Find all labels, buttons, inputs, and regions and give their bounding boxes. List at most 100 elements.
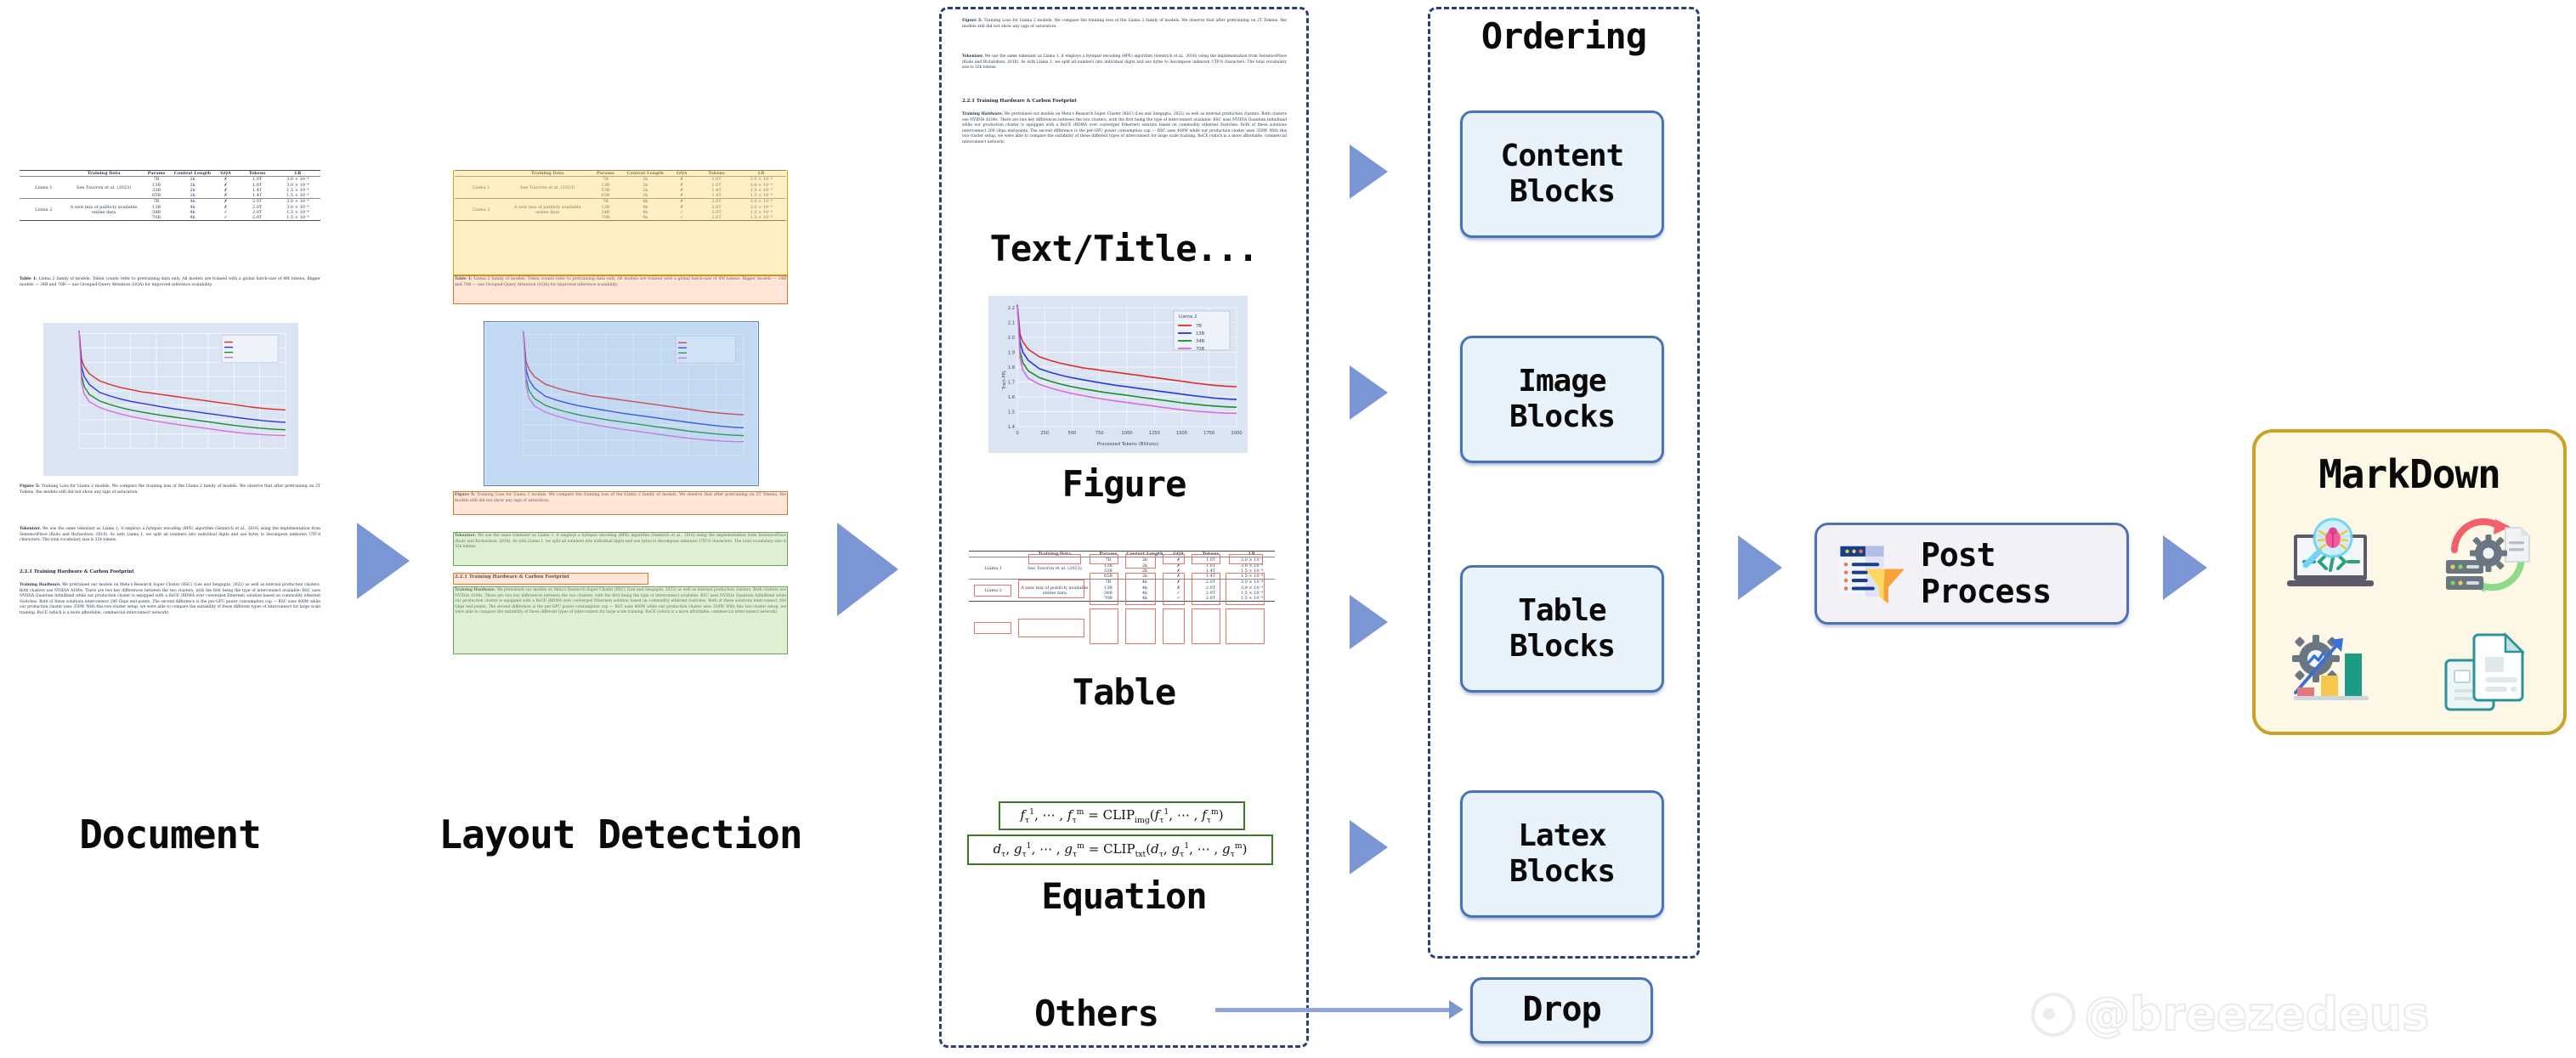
cell-tokens: 2.0T	[252, 215, 263, 220]
svg-text:1.9: 1.9	[1008, 351, 1015, 356]
detect-box-table-caption	[453, 275, 788, 304]
hardware-text: We pretrained our models on Meta's Resea…	[962, 112, 1287, 145]
cell-detect-box	[1226, 608, 1265, 644]
cell-detect-box	[1125, 554, 1156, 569]
equation-1-text: fτ1, ⋯ , fτm = CLIPimg(fτ1, ⋯ , fτm)	[1020, 806, 1224, 825]
markdown-title: MarkDown	[2318, 451, 2501, 497]
svg-text:500: 500	[1068, 431, 1077, 436]
server-sync-document-icon	[2445, 518, 2530, 592]
tokenizer-label: Tokenizer.	[20, 527, 42, 531]
cell-detect-box	[1090, 554, 1118, 564]
svg-text:34B: 34B	[1196, 339, 1205, 344]
cell-detect-box	[1018, 619, 1084, 637]
svg-text:1.8: 1.8	[1008, 365, 1015, 371]
doc-section-heading: 2.2.1 Training Hardware & Carbon Footpri…	[20, 569, 134, 574]
detect-box-heading	[453, 573, 648, 585]
tokenizer-text: We use the same tokenizer as Llama 1; it…	[962, 54, 1287, 71]
doc-table-region: Training Data Params Context Length GQA …	[20, 170, 320, 272]
stage-label-layout-detection: Layout Detection	[439, 812, 802, 857]
block-line-1: Table	[1518, 592, 1606, 628]
block-drop-label: Drop	[1522, 990, 1601, 1030]
cell-gqa: ✗	[224, 177, 228, 183]
hardware-label: Training Hardware.	[962, 112, 1004, 116]
cell-gqa: ✗	[224, 193, 228, 198]
cell-lr: 1.5 × 10⁻⁴	[286, 193, 309, 198]
arrow-post-process-to-markdown	[2163, 535, 2207, 600]
svg-text:70B: 70B	[1196, 347, 1205, 352]
detect-box-figure	[484, 321, 759, 486]
chart-ylabel-text: Train PPL	[1002, 371, 1007, 391]
block-table-blocks[interactable]: Table Blocks	[1460, 565, 1664, 693]
region-label-text-title: Text/Title...	[989, 228, 1260, 269]
block-image-blocks-label: Image Blocks	[1509, 364, 1616, 436]
detect-box-figure-caption	[453, 491, 788, 515]
post-process-card[interactable]: Post Process	[1815, 523, 2129, 625]
paper-table: Training Data Params Context Length GQA …	[20, 170, 320, 221]
arrow-table-to-table-blocks	[1350, 595, 1388, 649]
svg-text:750: 750	[1096, 431, 1104, 436]
arrowhead-others-to-drop	[1449, 1000, 1464, 1019]
cell-detect-box	[1163, 554, 1185, 564]
group-data: See Touvron et al. (2023)	[76, 184, 132, 190]
cell-params: 65B	[152, 193, 161, 198]
svg-text:Llama 2: Llama 2	[1179, 314, 1197, 320]
cell-detect-box	[1163, 573, 1185, 605]
watermark-text: @breezedeus	[2083, 987, 2430, 1042]
arrow-equation-to-latex-blocks	[1350, 820, 1388, 874]
cell-detect-box	[1018, 580, 1084, 598]
block-latex-blocks[interactable]: Latex Blocks	[1460, 790, 1664, 918]
cell-detect-box	[974, 622, 1011, 634]
th-0	[969, 552, 1018, 557]
block-drop[interactable]: Drop	[1470, 977, 1653, 1044]
cell-detect-box	[1226, 573, 1265, 605]
doc-tokenizer-paragraph: Tokenizer. We use the same tokenizer as …	[20, 527, 320, 544]
markdown-icon-grid	[2256, 497, 2563, 732]
table-snippet: Training Data Params Context Length GQA …	[969, 551, 1275, 654]
cell-params: 7B	[153, 199, 160, 205]
paper-table-body: Llama 1 See Touvron et al. (2023) 7B 2k …	[20, 176, 320, 221]
figure-caption-text: Training Loss for Llama 2 models. We com…	[20, 484, 320, 495]
block-content-blocks[interactable]: Content Blocks	[1460, 110, 1664, 238]
detect-box-hardware	[453, 586, 788, 654]
cell-lr: 3.0 × 10⁻⁴	[286, 199, 309, 205]
block-latex-blocks-label: Latex Blocks	[1509, 818, 1616, 891]
cell-detect-box	[1125, 608, 1156, 644]
cell-context: 2k	[190, 193, 195, 198]
snippet-heading: 2.2.1 Training Hardware & Carbon Footpri…	[962, 99, 1077, 104]
svg-text:13B: 13B	[1196, 331, 1205, 337]
group-name: Llama 2	[35, 207, 53, 212]
train-ppl-chart-svg: 1.4 1.5 1.6 1.7 1.8 1.9 2.0 2.1 2.2 0 250 500 750 100…	[992, 299, 1244, 450]
svg-text:2.1: 2.1	[1008, 321, 1015, 326]
doc-table-caption: Table 1: Llama 2 family of models. Token…	[20, 277, 320, 288]
cell-gqa: ✓	[224, 215, 228, 220]
post-process-line-2: Process	[1921, 573, 2052, 610]
region-label-equation: Equation	[1041, 875, 1207, 917]
arrow-document-to-layout	[357, 523, 410, 599]
snippet-tokenizer: Tokenizer. We use the same tokenizer as …	[962, 54, 1287, 71]
th-0	[20, 171, 68, 177]
block-line-1: Content	[1500, 138, 1625, 173]
block-content-blocks-label: Content Blocks	[1500, 138, 1625, 211]
svg-text:0: 0	[1016, 431, 1018, 436]
tokenizer-label: Tokenizer.	[962, 54, 984, 59]
cell-context: 4k	[190, 215, 195, 220]
analytics-bar-chart-icon	[2291, 635, 2369, 700]
svg-text:2000: 2000	[1231, 431, 1242, 436]
figure-snippet-chart: 1.4 1.5 1.6 1.7 1.8 1.9 2.0 2.1 2.2 0 250 500 750 100…	[988, 296, 1248, 453]
cell-context: 4k	[190, 199, 195, 205]
block-image-blocks[interactable]: Image Blocks	[1460, 336, 1664, 463]
group-name: Llama 1	[35, 184, 53, 190]
region-label-figure: Figure	[1062, 463, 1187, 505]
th-6: LR	[294, 171, 302, 176]
block-line-1: Latex	[1518, 818, 1606, 853]
doc-figure	[43, 323, 298, 476]
stage-label-document: Document	[79, 812, 262, 857]
chart-xlabel-text: Processed Tokens (Billions)	[1097, 442, 1158, 447]
th-1: Training Data	[87, 171, 121, 176]
block-line-2: Blocks	[1509, 399, 1616, 434]
svg-text:1.4: 1.4	[1008, 425, 1016, 430]
markdown-card[interactable]: MarkDown	[2252, 429, 2567, 735]
arrow-ordering-to-post-process	[1738, 535, 1782, 600]
cell-lr: 1.5 × 10⁻⁴	[286, 215, 309, 220]
svg-text:1750: 1750	[1203, 431, 1214, 436]
